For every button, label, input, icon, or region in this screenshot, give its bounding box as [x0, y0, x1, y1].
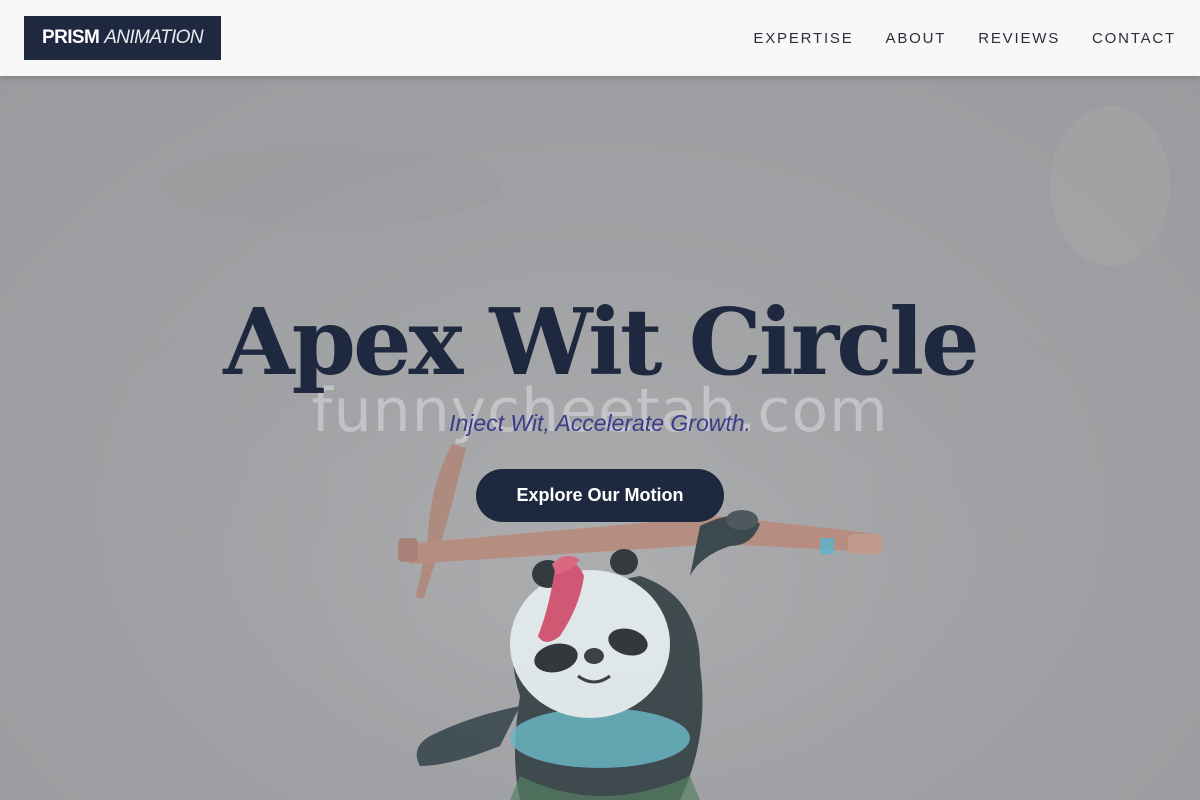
logo-secondary-text: ANIMATION [104, 27, 203, 48]
logo-primary-text: PRISM [42, 27, 100, 48]
hero-section: funnycheetah.com Apex Wit Circle Inject … [0, 76, 1200, 800]
nav-link-expertise[interactable]: EXPERTISE [753, 30, 853, 47]
hero-subtitle: Inject Wit, Accelerate Growth. [449, 410, 751, 436]
site-header: PRISM ANIMATION EXPERTISE ABOUT REVIEWS … [0, 0, 1200, 76]
nav-link-reviews[interactable]: REVIEWS [978, 30, 1060, 47]
hero-background-image [0, 76, 1200, 800]
main-nav: EXPERTISE ABOUT REVIEWS CONTACT [721, 0, 1176, 76]
nav-link-contact[interactable]: CONTACT [1092, 30, 1176, 47]
nav-link-about[interactable]: ABOUT [886, 30, 947, 47]
hero-title: Apex Wit Circle [223, 288, 979, 396]
explore-motion-button[interactable]: Explore Our Motion [476, 469, 724, 522]
logo[interactable]: PRISM ANIMATION [24, 16, 221, 60]
